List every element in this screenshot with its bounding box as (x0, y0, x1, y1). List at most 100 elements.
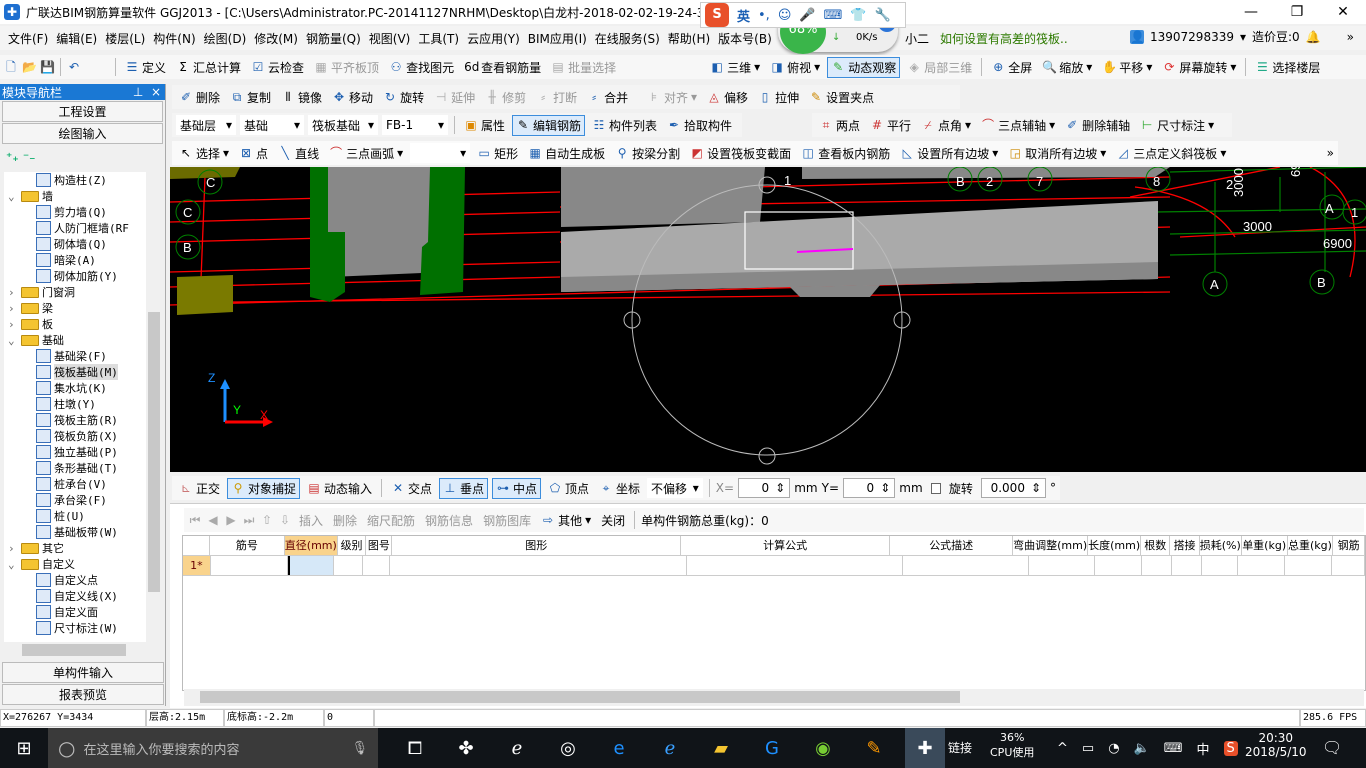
vertex-snap[interactable]: ⬠ 顶点 (545, 479, 592, 498)
batch-select-button[interactable]: ▤ 批量选择 (548, 58, 619, 77)
sogou-tray-icon[interactable]: S (1223, 741, 1238, 756)
tree-item[interactable]: 桩(U) (4, 508, 146, 524)
next-record-icon[interactable]: ▶ (224, 513, 238, 527)
3d-button[interactable]: ◧ 三维 ▾ (707, 58, 763, 77)
table-cell[interactable] (1238, 556, 1286, 575)
scale-rebar-button[interactable]: 缩尺配筋 (364, 511, 418, 530)
tree-item[interactable]: 自定义点 (4, 572, 146, 588)
column-header[interactable]: 弯曲调整(mm) (1013, 536, 1089, 555)
menu-bim[interactable]: BIM应用(I) (524, 30, 591, 47)
chevron-right-icon[interactable]: › (8, 318, 18, 331)
three-point-axis-button[interactable]: ⌒ 三点辅轴 ▾ (978, 116, 1058, 135)
arc-button[interactable]: ⌒ 三点画弧 ▾ (326, 144, 406, 163)
xiao-er-label[interactable]: 小二 (905, 30, 929, 47)
split-by-beam-button[interactable]: ⚲ 按梁分割 (612, 144, 683, 163)
set-grip-button[interactable]: ✎ 设置夹点 (806, 88, 877, 107)
table-cell[interactable] (1202, 556, 1239, 575)
move-button[interactable]: ✥ 移动 (329, 88, 376, 107)
rebar-library-button[interactable]: 钢筋图库 (480, 511, 534, 530)
open-folder-icon[interactable]: 📂 (22, 60, 37, 74)
chevron-down-icon[interactable]: ▾ (1240, 30, 1246, 44)
tree-item[interactable]: 尺寸标注(W) (4, 620, 146, 636)
menu-online[interactable]: 在线服务(S) (591, 30, 664, 47)
dynamic-orbit-button[interactable]: ✎ 动态观察 (827, 56, 901, 78)
move-up-icon[interactable]: ⇧ (260, 513, 274, 527)
table-cell[interactable] (1029, 556, 1095, 575)
menu-tools[interactable]: 工具(T) (414, 30, 463, 47)
column-header[interactable]: 总重(kg) (1288, 536, 1334, 555)
tree-item[interactable]: › 梁 (4, 300, 146, 316)
menu-cloud[interactable]: 云应用(Y) (463, 30, 524, 47)
view-rebar-button[interactable]: 6d 查看钢筋量 (461, 58, 544, 77)
report-preview-button[interactable]: 报表预览 (2, 684, 164, 705)
menu-help[interactable]: 帮助(H) (664, 30, 714, 47)
fan-app-icon[interactable]: ✤ (446, 728, 486, 768)
dynamic-input-toggle[interactable]: ▤ 动态输入 (304, 479, 375, 498)
wifi-icon[interactable]: ◔ (1108, 741, 1119, 756)
ggj-app-icon[interactable]: ✚ (905, 728, 945, 768)
save-icon[interactable]: 💾 (40, 60, 55, 74)
y-input[interactable]: 0 ⇕ (843, 478, 896, 498)
menu-draw[interactable]: 绘图(D) (200, 30, 251, 47)
align-slab-top-button[interactable]: ▦ 平齐板顶 (311, 58, 382, 77)
ie-old-icon[interactable]: ℯ (497, 728, 537, 768)
floor-select[interactable]: 基础层 ▾ (176, 115, 236, 135)
stretch-button[interactable]: ▯ 拉伸 (755, 88, 802, 107)
green-app-icon[interactable]: ◉ (803, 728, 843, 768)
extend-button[interactable]: ⊣ 延伸 (431, 88, 478, 107)
chevron-right-icon[interactable]: › (8, 542, 18, 555)
tree-item[interactable]: 自定义线(X) (4, 588, 146, 604)
offset-button[interactable]: ◬ 偏移 (704, 88, 751, 107)
notepad-app-icon[interactable]: ✎ (854, 728, 894, 768)
parallel-axis-button[interactable]: # 平行 (867, 116, 914, 135)
table-cell[interactable] (1172, 556, 1203, 575)
tree-item[interactable]: 剪力墙(Q) (4, 204, 146, 220)
chevron-up-icon[interactable]: ^ (1057, 741, 1068, 756)
tree-item[interactable]: 集水坑(K) (4, 380, 146, 396)
menu-modify[interactable]: 修改(M) (250, 30, 302, 47)
partial-3d-button[interactable]: ◈ 局部三维 (904, 58, 975, 77)
table-cell[interactable] (1095, 556, 1143, 575)
select-floor-button[interactable]: ☰ 选择楼层 (1252, 58, 1323, 77)
drawing-input-button[interactable]: 绘图输入 (2, 123, 163, 144)
variable-section-button[interactable]: ◩ 设置筏板变截面 (687, 144, 794, 163)
table-cell[interactable] (211, 556, 288, 575)
chevron-down-icon[interactable]: ⌄ (8, 558, 18, 571)
question-link[interactable]: 如何设置有高差的筏板.. (940, 28, 1120, 48)
table-horizontal-scrollbar[interactable] (184, 689, 1364, 706)
table-cell[interactable] (1332, 556, 1366, 575)
tree-item[interactable]: 筏板基础(M) (4, 364, 146, 380)
pin-icon[interactable]: ⊥ (133, 85, 143, 99)
wrench-icon[interactable]: 🔧 (875, 8, 891, 23)
tree-item[interactable]: 筏板主筋(R) (4, 412, 146, 428)
table-cell[interactable] (287, 556, 334, 575)
maximize-button[interactable]: ❐ (1274, 0, 1320, 24)
column-header[interactable]: 钢筋 (1333, 536, 1365, 555)
column-header[interactable]: 公式描述 (890, 536, 1014, 555)
project-settings-button[interactable]: 工程设置 (2, 101, 163, 122)
table-cell[interactable] (363, 556, 390, 575)
chevron-down-icon[interactable]: ⌄ (8, 190, 18, 203)
tree-vertical-scrollbar[interactable] (146, 172, 162, 642)
column-header[interactable]: 搭接 (1170, 536, 1200, 555)
align-button[interactable]: ⊧ 对齐 ▾ (644, 88, 700, 107)
menu-rebar-quantity[interactable]: 钢筋量(Q) (302, 30, 365, 47)
touch-keyboard-icon[interactable]: ⌨ (1164, 741, 1183, 756)
table-row[interactable]: 1* (183, 556, 1366, 576)
offset-select[interactable]: 不偏移 ▾ (647, 478, 703, 498)
delete-button[interactable]: ✐ 删除 (176, 88, 223, 107)
tree-item[interactable]: 砌体加筋(Y) (4, 268, 146, 284)
zoom-button[interactable]: 🔍 缩放 ▾ (1039, 58, 1095, 77)
view-slab-rebar-button[interactable]: ◫ 查看板内钢筋 (798, 144, 893, 163)
auto-generate-slab-button[interactable]: ▦ 自动生成板 (525, 144, 608, 163)
point-button[interactable]: ⊠ 点 (236, 144, 271, 163)
column-header[interactable]: 损耗(%) (1200, 536, 1242, 555)
tree-item[interactable]: 自定义面 (4, 604, 146, 620)
glodon-g-icon[interactable]: G (752, 728, 792, 768)
tree-item[interactable]: 柱墩(Y) (4, 396, 146, 412)
summary-calc-button[interactable]: Σ 汇总计算 (173, 58, 244, 77)
delete-axis-button[interactable]: ✐ 删除辅轴 (1062, 116, 1133, 135)
prev-record-icon[interactable]: ◀ (206, 513, 220, 527)
intersection-snap[interactable]: ✕ 交点 (388, 479, 435, 498)
three-point-sloped-slab-button[interactable]: ◿ 三点定义斜筏板 ▾ (1113, 144, 1229, 163)
